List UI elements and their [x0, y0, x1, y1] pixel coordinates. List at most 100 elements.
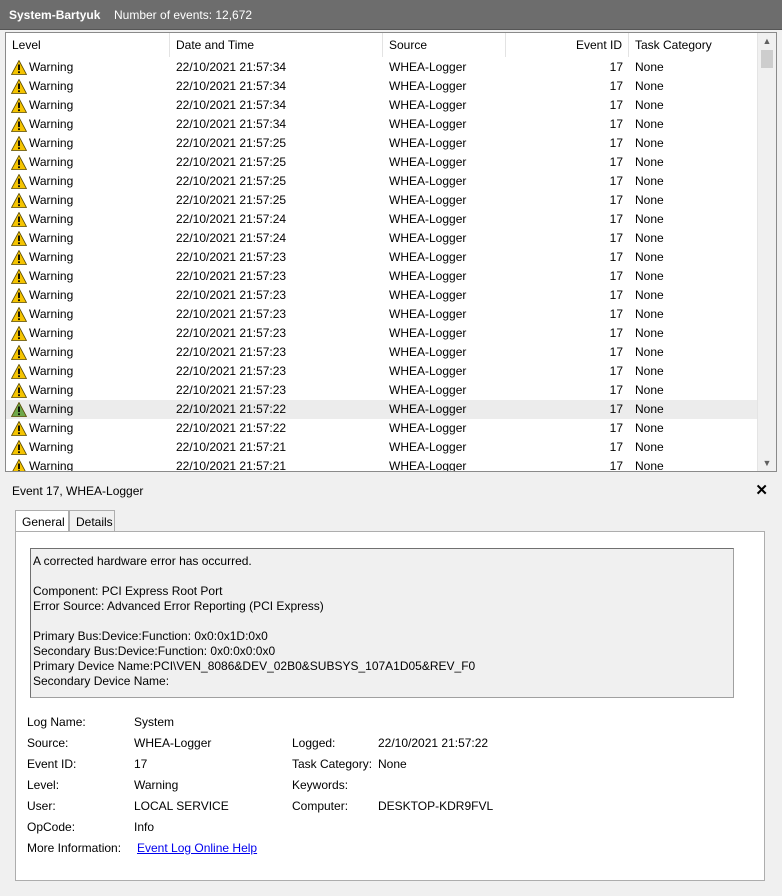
- table-row[interactable]: Warning 22/10/2021 21:57:21 WHEA-Logger 17 N…: [6, 457, 758, 472]
- warning-icon: [11, 155, 27, 170]
- event-id-cell: 17: [609, 383, 623, 397]
- table-row[interactable]: Warning 22/10/2021 21:57:24 WHEA-Logger 17 N…: [6, 210, 758, 229]
- table-row[interactable]: Warning 22/10/2021 21:57:21 WHEA-Logger 17 N…: [6, 438, 758, 457]
- tab-details[interactable]: Details: [69, 510, 115, 532]
- event-id-cell: 17: [609, 421, 623, 435]
- level-cell: Warning: [29, 364, 74, 378]
- warning-icon: [11, 383, 27, 398]
- table-row[interactable]: Warning 22/10/2021 21:57:23 WHEA-Logger 17 N…: [6, 362, 758, 381]
- description-line: Component: PCI Express Root Port: [33, 584, 223, 598]
- source-cell: WHEA-Logger: [389, 383, 467, 397]
- source-cell: WHEA-Logger: [389, 421, 467, 435]
- table-row[interactable]: Warning 22/10/2021 21:57:25 WHEA-Logger 17 N…: [6, 191, 758, 210]
- event-id-cell: 17: [609, 231, 623, 245]
- warning-icon: [11, 288, 27, 303]
- table-row[interactable]: Warning 22/10/2021 21:57:23 WHEA-Logger 17 N…: [6, 267, 758, 286]
- warning-icon: [11, 79, 27, 94]
- task-category-cell: None: [635, 326, 664, 340]
- level-cell: Warning: [29, 117, 74, 131]
- task-category-cell: None: [635, 136, 664, 150]
- general-tab-panel: A corrected hardware error has occurred.…: [15, 531, 765, 881]
- table-row[interactable]: Warning 22/10/2021 21:57:25 WHEA-Logger 17 N…: [6, 172, 758, 191]
- table-row[interactable]: Warning 22/10/2021 21:57:23 WHEA-Logger 17 N…: [6, 324, 758, 343]
- source-cell: WHEA-Logger: [389, 136, 467, 150]
- datetime-cell: 22/10/2021 21:57:34: [176, 60, 287, 74]
- column-header-source[interactable]: Source: [383, 33, 506, 57]
- datetime-cell: 22/10/2021 21:57:34: [176, 117, 287, 131]
- source-cell: WHEA-Logger: [389, 117, 467, 131]
- event-id-cell: 17: [609, 155, 623, 169]
- level-cell: Warning: [29, 250, 74, 264]
- task-category-cell: None: [635, 250, 664, 264]
- warning-icon: [11, 136, 27, 151]
- column-header-level[interactable]: Level: [6, 33, 170, 57]
- event-list-scrollbar[interactable]: ▲ ▼: [757, 33, 776, 471]
- datetime-cell: 22/10/2021 21:57:24: [176, 212, 287, 226]
- task-category-cell: None: [635, 155, 664, 169]
- warning-icon: [11, 326, 27, 341]
- table-row[interactable]: Warning 22/10/2021 21:57:34 WHEA-Logger 17 N…: [6, 58, 758, 77]
- warning-icon: [11, 193, 27, 208]
- event-description[interactable]: A corrected hardware error has occurred.…: [30, 548, 734, 698]
- event-detail-header: Event 17, WHEA-Logger ✕: [5, 479, 777, 501]
- level-cell: Warning: [29, 60, 74, 74]
- warning-icon: [11, 345, 27, 360]
- table-row[interactable]: Warning 22/10/2021 21:57:23 WHEA-Logger 17 N…: [6, 381, 758, 400]
- column-header-datetime[interactable]: Date and Time: [170, 33, 383, 57]
- table-row[interactable]: Warning 22/10/2021 21:57:34 WHEA-Logger 17 N…: [6, 115, 758, 134]
- scroll-up-arrow-icon[interactable]: ▲: [758, 33, 776, 49]
- scroll-down-arrow-icon[interactable]: ▼: [758, 455, 776, 471]
- description-line: Secondary Device Name:: [33, 674, 170, 688]
- task-category-cell: None: [635, 459, 664, 472]
- level-cell: Warning: [29, 269, 74, 283]
- table-row[interactable]: Warning 22/10/2021 21:57:34 WHEA-Logger 17 N…: [6, 77, 758, 96]
- event-list[interactable]: Level Date and Time Source Event ID Task…: [5, 32, 777, 472]
- event-log-online-help-link[interactable]: Event Log Online Help: [137, 841, 257, 855]
- datetime-cell: 22/10/2021 21:57:23: [176, 307, 287, 321]
- datetime-cell: 22/10/2021 21:57:22: [176, 421, 287, 435]
- datetime-cell: 22/10/2021 21:57:25: [176, 193, 287, 207]
- table-row[interactable]: Warning 22/10/2021 21:57:25 WHEA-Logger 17 N…: [6, 153, 758, 172]
- datetime-cell: 22/10/2021 21:57:23: [176, 345, 287, 359]
- level-cell: Warning: [29, 459, 74, 472]
- event-id-cell: 17: [609, 60, 623, 74]
- source-label: Source:: [27, 736, 69, 750]
- warning-icon: [11, 117, 27, 132]
- tab-general[interactable]: General: [15, 510, 69, 533]
- datetime-cell: 22/10/2021 21:57:24: [176, 231, 287, 245]
- close-icon[interactable]: ✕: [755, 481, 768, 499]
- column-header-event-id[interactable]: Event ID: [506, 33, 629, 57]
- description-line: Secondary Bus:Device:Function: 0x0:0x0:0…: [33, 644, 276, 658]
- task-category-cell: None: [635, 98, 664, 112]
- warning-icon: [12, 459, 26, 471]
- log-name-value: System: [134, 715, 175, 729]
- table-row[interactable]: Warning 22/10/2021 21:57:23 WHEA-Logger 17 N…: [6, 305, 758, 324]
- datetime-cell: 22/10/2021 21:57:34: [176, 98, 287, 112]
- table-row[interactable]: Warning 22/10/2021 21:57:24 WHEA-Logger 17 N…: [6, 229, 758, 248]
- user-label: User:: [27, 799, 56, 813]
- task-category-cell: None: [635, 79, 664, 93]
- event-id-cell: 17: [609, 307, 623, 321]
- event-list-header: Level Date and Time Source Event ID Task…: [6, 33, 758, 57]
- event-id-cell: 17: [609, 345, 623, 359]
- table-row[interactable]: Warning 22/10/2021 21:57:25 WHEA-Logger 17 N…: [6, 134, 758, 153]
- source-cell: WHEA-Logger: [389, 269, 467, 283]
- table-row[interactable]: Warning 22/10/2021 21:57:23 WHEA-Logger 17 N…: [6, 248, 758, 267]
- level-cell: Warning: [29, 155, 74, 169]
- column-header-task-category[interactable]: Task Category: [629, 33, 758, 57]
- event-id-cell: 17: [609, 459, 623, 472]
- scrollbar-thumb[interactable]: [761, 50, 773, 68]
- warning-icon: [11, 269, 27, 284]
- event-count: Number of events: 12,672: [114, 8, 253, 22]
- table-row[interactable]: Warning 22/10/2021 21:57:34 WHEA-Logger 17 N…: [6, 96, 758, 115]
- warning-icon: [11, 212, 27, 227]
- source-cell: WHEA-Logger: [389, 288, 467, 302]
- event-detail-title: Event 17, WHEA-Logger: [12, 484, 144, 498]
- description-line: Primary Bus:Device:Function: 0x0:0x1D:0x…: [33, 629, 268, 643]
- table-row[interactable]: Warning 22/10/2021 21:57:23 WHEA-Logger 17 N…: [6, 343, 758, 362]
- computer-value: DESKTOP-KDR9FVL: [378, 799, 494, 813]
- table-row[interactable]: Warning 22/10/2021 21:57:22 WHEA-Logger 17 N…: [6, 400, 758, 419]
- table-row[interactable]: Warning 22/10/2021 21:57:22 WHEA-Logger 17 N…: [6, 419, 758, 438]
- task-category-cell: None: [635, 117, 664, 131]
- table-row[interactable]: Warning 22/10/2021 21:57:23 WHEA-Logger 17 N…: [6, 286, 758, 305]
